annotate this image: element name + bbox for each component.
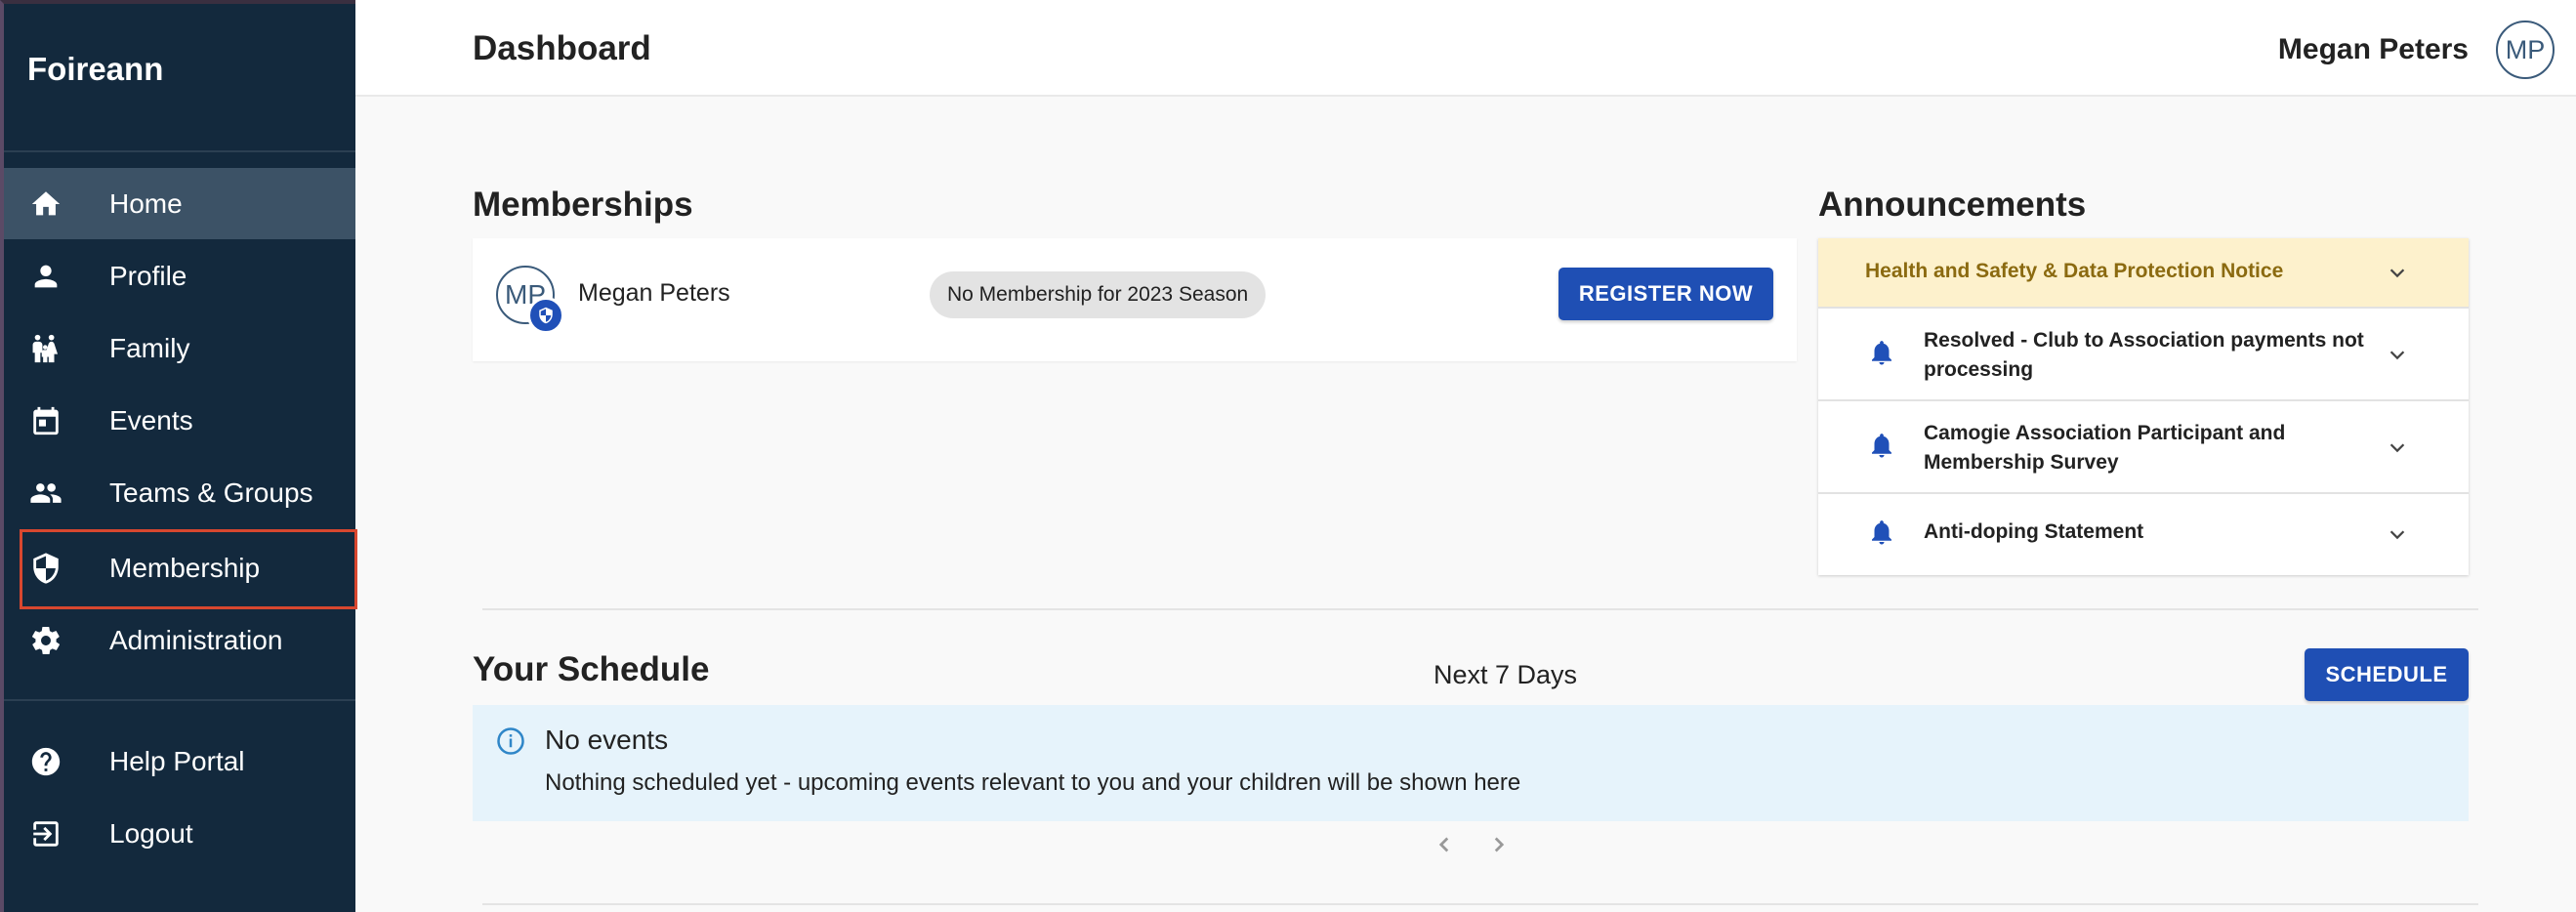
announcements-title: Announcements <box>1818 186 2087 224</box>
announcement-item[interactable]: Anti-doping Statement <box>1818 494 2469 575</box>
info-icon <box>496 726 525 756</box>
sidebar-item-administration[interactable]: Administration <box>4 604 355 676</box>
brand-logo[interactable]: Foireann <box>27 51 163 88</box>
sidebar-item-profile[interactable]: Profile <box>4 240 355 311</box>
sidebar-item-logout[interactable]: Logout <box>4 798 355 869</box>
announcement-notice-text: Health and Safety & Data Protection Noti… <box>1865 260 2284 282</box>
nav-divider <box>4 150 355 152</box>
sidebar-item-label: Profile <box>109 260 187 291</box>
sidebar-item-label: Membership <box>109 552 261 583</box>
membership-status-chip: No Membership for 2023 Season <box>930 271 1267 318</box>
member-name: Megan Peters <box>578 279 730 307</box>
announcement-item[interactable]: Camogie Association Participant and Memb… <box>1818 401 2469 494</box>
chevron-right-icon[interactable] <box>1486 832 1512 857</box>
bell-icon <box>1867 518 1896 547</box>
no-events-alert: No events Nothing scheduled yet - upcomi… <box>473 705 2469 821</box>
sidebar-item-label: Teams & Groups <box>109 477 313 508</box>
sidebar-item-label: Logout <box>109 817 193 849</box>
announcement-text: Resolved - Club to Association payments … <box>1924 329 2364 381</box>
announcement-text: Anti-doping Statement <box>1924 520 2144 543</box>
header-user-name[interactable]: Megan Peters <box>2278 33 2469 66</box>
sidebar-item-label: Family <box>109 332 190 363</box>
no-events-title: No events <box>545 725 669 755</box>
nav-divider <box>4 699 355 701</box>
sidebar-item-home[interactable]: Home <box>4 168 355 239</box>
sidebar-item-teams-groups[interactable]: Teams & Groups <box>4 457 355 528</box>
top-header: Dashboard Megan Peters MP <box>355 0 2576 97</box>
shield-icon <box>29 552 62 585</box>
person-icon <box>29 260 62 293</box>
schedule-range: Next 7 Days <box>1433 660 1578 689</box>
shield-badge-icon <box>527 297 564 334</box>
no-events-text: Nothing scheduled yet - upcoming events … <box>545 769 1521 796</box>
help-icon <box>29 745 62 778</box>
bell-icon <box>1867 431 1896 460</box>
app: Foireann Home Profile Family Events Team… <box>0 0 2576 912</box>
announcements-list: Health and Safety & Data Protection Noti… <box>1818 238 2469 575</box>
memberships-title: Memberships <box>473 186 693 224</box>
home-icon <box>29 187 62 221</box>
announcement-text: Camogie Association Participant and Memb… <box>1924 422 2286 474</box>
chevron-down-icon <box>2387 262 2408 283</box>
sidebar-item-label: Events <box>109 404 193 435</box>
page-title: Dashboard <box>473 29 651 67</box>
calendar-icon <box>29 404 62 437</box>
group-icon <box>29 477 62 510</box>
schedule-title: Your Schedule <box>473 650 710 688</box>
gear-icon <box>29 624 62 657</box>
announcement-item[interactable]: Resolved - Club to Association payments … <box>1818 309 2469 401</box>
register-now-button[interactable]: REGISTER NOW <box>1558 268 1773 320</box>
announcement-notice[interactable]: Health and Safety & Data Protection Noti… <box>1818 238 2469 309</box>
chevron-left-icon[interactable] <box>1432 832 1457 857</box>
bell-icon <box>1867 338 1896 367</box>
sidebar-item-membership[interactable]: Membership <box>4 532 355 603</box>
membership-card: MP Megan Peters No Membership for 2023 S… <box>473 238 1797 361</box>
chevron-down-icon <box>2387 436 2408 458</box>
sidebar-item-label: Home <box>109 187 183 219</box>
logout-icon <box>29 817 62 850</box>
schedule-button[interactable]: SCHEDULE <box>2305 648 2469 701</box>
sidebar-item-events[interactable]: Events <box>4 385 355 456</box>
sidebar-item-label: Administration <box>109 624 283 655</box>
chevron-down-icon <box>2387 344 2408 365</box>
section-divider <box>482 608 2478 610</box>
sidebar-item-help-portal[interactable]: Help Portal <box>4 725 355 797</box>
family-icon <box>29 332 62 365</box>
sidebar-item-family[interactable]: Family <box>4 312 355 384</box>
header-avatar[interactable]: MP <box>2496 21 2555 79</box>
sidebar: Foireann Home Profile Family Events Team… <box>0 0 355 912</box>
sidebar-item-label: Help Portal <box>109 745 245 776</box>
chevron-down-icon <box>2387 523 2408 545</box>
section-divider <box>482 903 2478 905</box>
